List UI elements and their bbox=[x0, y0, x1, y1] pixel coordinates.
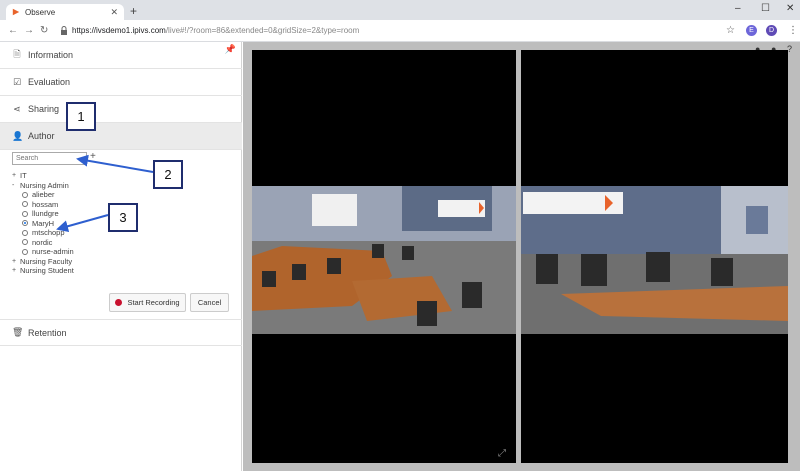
bookmark-star-icon[interactable]: ☆ bbox=[726, 25, 735, 36]
tree-user[interactable]: alieber bbox=[12, 190, 74, 200]
tree-group-nursing-admin[interactable]: - Nursing Admin bbox=[12, 181, 74, 191]
tree-group-label: Nursing Admin bbox=[20, 180, 69, 190]
tree-user[interactable]: nurse-admin bbox=[12, 247, 74, 257]
section-information[interactable]: 🗎 Information 📌 bbox=[0, 42, 242, 69]
radio-button[interactable] bbox=[22, 239, 28, 246]
button-label: Cancel bbox=[197, 298, 222, 307]
video-tile-2[interactable] bbox=[521, 50, 788, 463]
radio-button[interactable] bbox=[22, 201, 28, 208]
tab-close-icon[interactable]: ✕ bbox=[110, 7, 118, 18]
start-recording-button[interactable]: Start Recording bbox=[109, 293, 186, 312]
tree-group-it[interactable]: + IT bbox=[12, 171, 74, 181]
section-evaluation[interactable]: ☑ Evaluation bbox=[0, 69, 242, 96]
section-label: Retention bbox=[28, 327, 67, 338]
expand-icon[interactable]: + bbox=[12, 257, 20, 267]
tree-group-label: IT bbox=[20, 171, 27, 180]
expand-icon[interactable]: ⤢ bbox=[498, 448, 506, 459]
tree-group-label: Nursing Student bbox=[20, 266, 74, 275]
minimize-button[interactable]: – bbox=[735, 3, 741, 14]
address-bar: ← → ↻ https://ivsdemo1.ipivs.com/live#!/… bbox=[0, 20, 800, 42]
record-icon bbox=[115, 299, 123, 306]
tree-user[interactable]: nordic bbox=[12, 238, 74, 248]
section-sharing[interactable]: ⋖ Sharing bbox=[0, 96, 242, 123]
section-label: Author bbox=[28, 131, 55, 141]
camera-feed-1 bbox=[252, 186, 516, 334]
cancel-button[interactable]: Cancel bbox=[190, 293, 229, 312]
person-icon: 👤 bbox=[12, 130, 24, 141]
sidebar: 🗎 Information 📌 ☑ Evaluation ⋖ Sharing 👤… bbox=[0, 42, 242, 471]
checkbox-icon: ☑ bbox=[12, 76, 22, 87]
reload-icon[interactable]: ↻ bbox=[40, 25, 48, 36]
button-label: Start Recording bbox=[127, 298, 180, 307]
maximize-button[interactable]: ☐ bbox=[761, 3, 770, 14]
new-tab-button[interactable]: + bbox=[130, 4, 137, 18]
radio-button-selected[interactable] bbox=[22, 220, 28, 227]
callout-2: 2 bbox=[153, 160, 183, 189]
tree-group-nursing-faculty[interactable]: + Nursing Faculty bbox=[12, 257, 74, 267]
add-author-button[interactable]: + bbox=[90, 151, 96, 162]
document-icon: 🗎 bbox=[13, 49, 21, 59]
tree-group-label: Nursing Faculty bbox=[20, 256, 73, 266]
profile-avatar[interactable]: D bbox=[766, 25, 777, 36]
collapse-icon[interactable]: - bbox=[12, 181, 20, 191]
share-icon: ⋖ bbox=[13, 103, 21, 114]
user-label: llundgre bbox=[32, 209, 59, 218]
browser-tab[interactable]: Observe ✕ bbox=[6, 4, 124, 20]
user-label: alieber bbox=[32, 190, 55, 199]
radio-button[interactable] bbox=[22, 191, 28, 198]
radio-button[interactable] bbox=[22, 210, 28, 217]
extension-icon[interactable]: E bbox=[746, 25, 757, 36]
section-label: Evaluation bbox=[28, 77, 71, 87]
url-path: /live#!/?room=86&extended=0&gridSize=2&t… bbox=[165, 26, 360, 35]
url-host: https://ivsdemo1.ipivs.com bbox=[72, 26, 166, 35]
section-retention[interactable]: 🗑 Retention bbox=[0, 319, 242, 346]
video-grid: ● ● ? ⤢ bbox=[243, 42, 800, 471]
author-tree: + IT - Nursing Admin alieber hossam llundg… bbox=[12, 171, 74, 276]
tree-user[interactable]: mtschopp bbox=[12, 228, 74, 238]
callout-1: 1 bbox=[66, 102, 96, 131]
camera-feed-2 bbox=[521, 186, 788, 334]
back-icon[interactable]: ← bbox=[8, 25, 18, 36]
tree-user[interactable]: hossam bbox=[12, 200, 74, 210]
author-search-input[interactable] bbox=[12, 152, 87, 165]
forward-icon[interactable]: → bbox=[24, 25, 34, 36]
menu-kebab-icon[interactable]: ⋮ bbox=[788, 25, 798, 36]
user-label: mtschopp bbox=[32, 228, 65, 237]
section-label: Sharing bbox=[28, 104, 60, 114]
expand-icon[interactable]: + bbox=[12, 266, 20, 276]
user-label: hossam bbox=[32, 199, 59, 209]
trash-icon: 🗑 bbox=[12, 327, 24, 337]
tree-user[interactable]: llundgre bbox=[12, 209, 74, 219]
browser-titlebar: Observe ✕ + – ☐ ✕ bbox=[0, 0, 800, 20]
section-author[interactable]: 👤 Author bbox=[0, 123, 242, 150]
tree-user-selected[interactable]: MaryH bbox=[12, 219, 74, 229]
video-tile-1[interactable]: ⤢ bbox=[252, 50, 516, 463]
callout-3: 3 bbox=[108, 203, 138, 232]
user-label: nurse-admin bbox=[32, 247, 74, 256]
tab-title: Observe bbox=[25, 7, 56, 17]
radio-button[interactable] bbox=[22, 248, 28, 255]
url-field[interactable]: https://ivsdemo1.ipivs.com/live#!/?room=… bbox=[72, 26, 359, 35]
observe-favicon-icon bbox=[12, 8, 20, 16]
tree-group-nursing-student[interactable]: + Nursing Student bbox=[12, 266, 74, 276]
user-label: MaryH bbox=[32, 218, 55, 228]
lock-icon bbox=[61, 26, 67, 35]
user-label: nordic bbox=[32, 237, 53, 247]
expand-icon[interactable]: + bbox=[12, 171, 20, 181]
radio-button[interactable] bbox=[22, 229, 28, 236]
pin-icon[interactable]: 📌 bbox=[225, 44, 236, 55]
close-window-button[interactable]: ✕ bbox=[786, 3, 794, 14]
section-label: Information bbox=[28, 50, 74, 60]
